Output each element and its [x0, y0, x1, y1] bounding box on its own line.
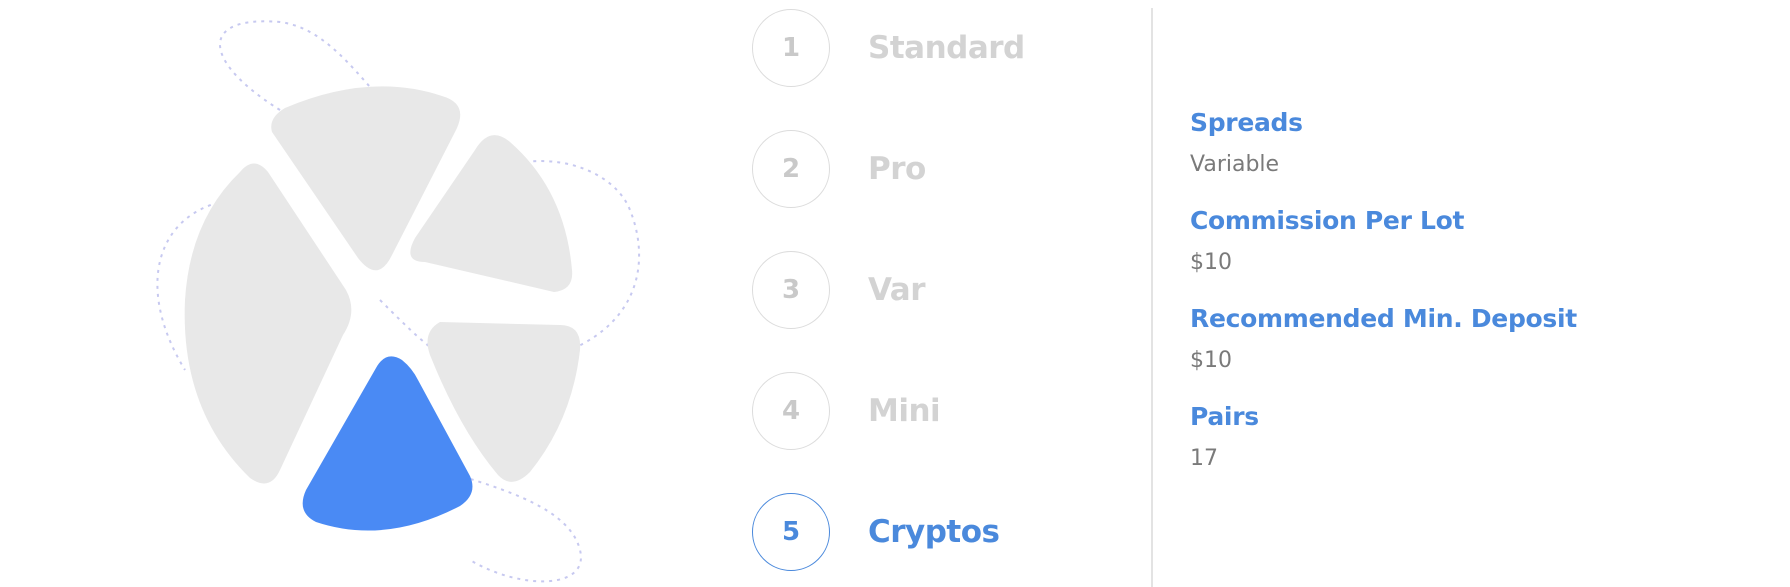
- account-details-panel: Spreads Variable Commission Per Lot $10 …: [1190, 108, 1750, 500]
- detail-value: $10: [1190, 250, 1232, 275]
- detail-title: Recommended Min. Deposit: [1190, 304, 1577, 333]
- detail-value: 17: [1190, 446, 1218, 471]
- account-selector-graphic: [156, 20, 641, 583]
- account-type-list: 1 Standard 2 Pro 3 Var 4 Mini 5 Cryptos: [752, 8, 1112, 572]
- detail-title: Pairs: [1190, 402, 1259, 431]
- detail-title: Spreads: [1190, 108, 1303, 137]
- step-number: 3: [781, 275, 801, 305]
- detail-title: Commission Per Lot: [1190, 206, 1465, 235]
- step-label: Pro: [868, 151, 926, 187]
- detail-pairs: Pairs 17: [1190, 402, 1750, 472]
- step-circle: 1: [752, 9, 830, 87]
- account-type-var[interactable]: 3 Var: [752, 250, 1112, 330]
- vertical-divider: [1151, 8, 1153, 587]
- detail-value: $10: [1190, 348, 1232, 373]
- step-circle: 4: [752, 372, 830, 450]
- account-type-standard[interactable]: 1 Standard: [752, 8, 1112, 88]
- step-number: 5: [781, 517, 801, 547]
- account-types-section: 1 Standard 2 Pro 3 Var 4 Mini 5 Cryptos …: [0, 0, 1790, 587]
- account-type-cryptos[interactable]: 5 Cryptos: [752, 492, 1112, 572]
- step-circle: 2: [752, 130, 830, 208]
- step-number: 2: [781, 154, 801, 184]
- account-type-pro[interactable]: 2 Pro: [752, 129, 1112, 209]
- step-label: Standard: [868, 30, 1025, 66]
- detail-min-deposit: Recommended Min. Deposit $10: [1190, 304, 1750, 374]
- step-circle: 3: [752, 251, 830, 329]
- detail-value: Variable: [1190, 152, 1280, 177]
- detail-spreads: Spreads Variable: [1190, 108, 1750, 178]
- step-label: Mini: [868, 393, 941, 429]
- step-label: Cryptos: [868, 514, 1000, 550]
- detail-commission: Commission Per Lot $10: [1190, 206, 1750, 276]
- account-type-mini[interactable]: 4 Mini: [752, 371, 1112, 451]
- step-circle: 5: [752, 493, 830, 571]
- step-number: 1: [781, 33, 801, 63]
- step-label: Var: [868, 272, 926, 308]
- step-number: 4: [781, 396, 801, 426]
